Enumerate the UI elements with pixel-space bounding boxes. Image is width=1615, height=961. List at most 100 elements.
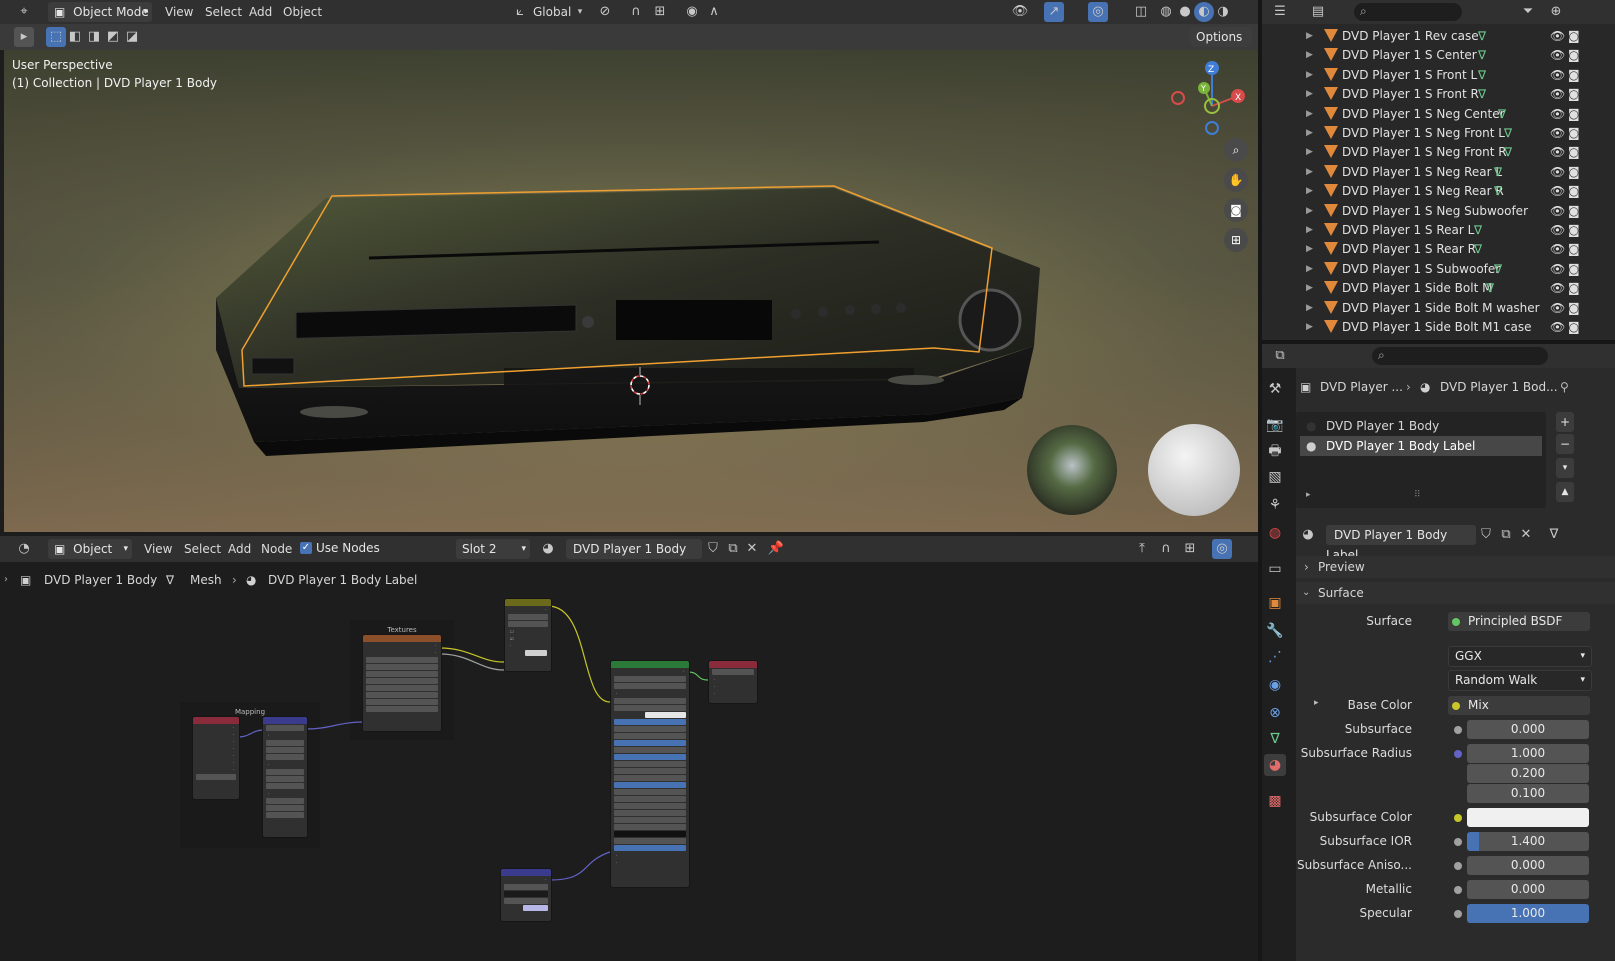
outliner-item[interactable]: ▶ DVD Player 1 S Front L ∇ 👁 ◙ [1262,65,1580,85]
pin-icon[interactable]: 📌 [766,539,786,559]
snap-icon[interactable]: ∩ [626,2,646,22]
expand-triangle-icon[interactable]: ▸ [1306,490,1311,500]
navigation-gizmo[interactable]: Z X Y [1166,56,1256,146]
filter-icon[interactable]: ⏷ [1518,2,1538,22]
surface-shader-field[interactable]: Principled BSDF [1448,612,1590,631]
mix-node[interactable]: · ☐ ☑ · [504,598,552,672]
outliner-item[interactable]: ▶ DVD Player 1 S Front R ∇ 👁 ◙ [1262,84,1580,104]
material-slot-item[interactable]: ● DVD Player 1 Body [1300,416,1542,436]
metallic-field[interactable]: 0.000 [1467,880,1589,899]
properties-editor-icon[interactable]: ⧉ [1270,346,1290,366]
select-tool-icon[interactable]: ▸ [14,27,34,47]
node-menu-node[interactable]: Node [257,537,296,561]
eye-icon[interactable]: 👁 [1550,201,1565,221]
mesh-data-icon[interactable]: ∇ [1494,259,1502,279]
use-nodes-checkbox[interactable]: ✓ [300,542,312,554]
camera-icon[interactable]: ◙ [1568,259,1580,279]
outliner-item[interactable]: ▶ DVD Player 1 S Neg Center ∇ 👁 ◙ [1262,104,1580,124]
overlay-toggle-icon[interactable]: ◎ [1088,2,1108,22]
render-tab-icon[interactable]: 📷 [1264,414,1286,436]
outliner-item[interactable]: ▶ DVD Player 1 S Neg Front R ∇ 👁 ◙ [1262,142,1580,162]
camera-icon[interactable]: ◙ [1568,123,1580,143]
expand-triangle-icon[interactable]: ▶ [1306,239,1313,259]
base-color-field[interactable]: Mix [1448,696,1590,715]
material-shading-icon[interactable]: ◐ [1194,2,1214,22]
outliner-item[interactable]: ▶ DVD Player 1 S Rear R ∇ 👁 ◙ [1262,239,1580,259]
camera-icon[interactable]: ◙ [1568,162,1580,182]
expand-triangle-icon[interactable]: ▶ [1306,259,1313,279]
view-layer-tab-icon[interactable]: ▧ [1264,466,1286,488]
outliner-item[interactable]: ▶ DVD Player 1 Rev case ∇ 👁 ◙ [1262,26,1580,46]
eye-icon[interactable]: 👁 [1550,317,1565,337]
select-subtract-icon[interactable]: ◨ [84,27,104,47]
camera-icon[interactable]: ◙ [1568,65,1580,85]
principled-bsdf-node[interactable]: · · · · [610,660,690,888]
particles-tab-icon[interactable]: ⋰ [1264,646,1286,668]
pivot-icon[interactable]: ⊘ [595,2,615,22]
node-editor[interactable]: › ▣ DVD Player 1 Body › ∇ Mesh › ◕ DVD P… [0,562,1256,961]
expand-triangle-icon[interactable]: ▶ [1306,278,1313,298]
output-tab-icon[interactable]: 🖶 [1264,440,1286,462]
expand-triangle-icon[interactable]: ▶ [1306,220,1313,240]
camera-icon[interactable]: ◙ [1568,278,1580,298]
resize-handle-icon[interactable]: ⠿ [1414,490,1421,500]
subsurface-color-swatch[interactable] [1467,808,1589,827]
outliner-search-input[interactable]: ⌕ [1354,3,1462,21]
unlink-material-icon[interactable]: ✕ [1516,525,1536,545]
material-browse-icon[interactable]: ◕ [538,539,558,559]
node-menu-add[interactable]: Add [224,537,255,561]
slot-specials-button[interactable]: ▾ [1556,458,1574,478]
select-intersect-icon[interactable]: ◪ [122,27,142,47]
camera-icon[interactable]: ◙ [1568,104,1580,124]
eye-icon[interactable]: 👁 [1550,278,1565,298]
object-tab-icon[interactable]: ▣ [1264,592,1286,614]
subsurface-radius-x-field[interactable]: 1.000 [1467,744,1589,763]
menu-add[interactable]: Add [245,0,276,24]
camera-view-icon[interactable]: ◙ [1224,198,1248,222]
expand-triangle-icon[interactable]: ▶ [1306,298,1313,318]
node-menu-select[interactable]: Select [180,537,225,561]
physics-tab-icon[interactable]: ◉ [1264,674,1286,696]
specular-field[interactable]: 1.000 [1467,904,1589,923]
snap-icon[interactable]: ∩ [1156,539,1176,559]
material-slot-item-active[interactable]: ● DVD Player 1 Body Label [1300,436,1542,456]
gizmo-toggle-icon[interactable]: ↗ [1044,2,1064,22]
menu-object[interactable]: Object [279,0,326,24]
zoom-icon[interactable]: ⌕ [1224,138,1248,162]
subsurface-radius-z-field[interactable]: 0.100 [1467,784,1589,803]
add-slot-button[interactable]: + [1556,412,1574,432]
snap-increment-icon[interactable]: ⊞ [650,2,670,22]
eye-icon[interactable]: 👁 [1550,298,1565,318]
outliner-item[interactable]: ▶ DVD Player 1 Side Bolt M1 case 👁 ◙ [1262,317,1580,337]
eye-icon[interactable]: 👁 [1550,259,1565,279]
subsurface-radius-y-field[interactable]: 0.200 [1467,764,1589,783]
pin-icon[interactable]: ⚲ [1560,378,1569,396]
camera-icon[interactable]: ◙ [1568,26,1580,46]
texture-tab-icon[interactable]: ▩ [1264,790,1286,812]
outliner-item[interactable]: ▶ DVD Player 1 S Center ∇ 👁 ◙ [1262,45,1580,65]
camera-icon[interactable]: ◙ [1568,317,1580,337]
eye-icon[interactable]: 👁 [1550,162,1565,182]
image-texture-node[interactable]: · · [362,634,442,732]
select-extend-icon[interactable]: ◧ [65,27,85,47]
subsurface-method-dropdown[interactable]: Random Walk ▾ [1448,670,1592,691]
mesh-data-icon[interactable]: ∇ [1504,142,1512,162]
camera-icon[interactable]: ◙ [1568,298,1580,318]
outliner-item[interactable]: ▶ DVD Player 1 S Neg Rear L ∇ 👁 ◙ [1262,162,1580,182]
new-collection-icon[interactable]: ⊕ [1546,2,1566,22]
mesh-data-icon[interactable]: ∇ [1478,45,1486,65]
snap-grid-icon[interactable]: ⊞ [1180,539,1200,559]
preview-panel-header[interactable]: › Preview [1296,556,1615,578]
material-browse-icon[interactable]: ◕ [1298,525,1318,545]
expand-triangle-icon[interactable]: ▶ [1306,45,1313,65]
camera-icon[interactable]: ◙ [1568,142,1580,162]
eye-icon[interactable]: 👁 [1550,104,1565,124]
expand-triangle-icon[interactable]: ▶ [1306,26,1313,46]
mesh-data-icon[interactable]: ∇ [1478,65,1486,85]
distribution-dropdown[interactable]: GGX ▾ [1448,646,1592,667]
collection-tab-icon[interactable]: ▭ [1264,558,1286,580]
outliner-item[interactable]: ▶ DVD Player 1 S Neg Rear R ∇ 👁 ◙ [1262,181,1580,201]
select-invert-icon[interactable]: ◩ [103,27,123,47]
outliner-item[interactable]: ▶ DVD Player 1 S Rear L ∇ 👁 ◙ [1262,220,1580,240]
surface-panel-header[interactable]: ⌄ Surface [1296,582,1615,604]
